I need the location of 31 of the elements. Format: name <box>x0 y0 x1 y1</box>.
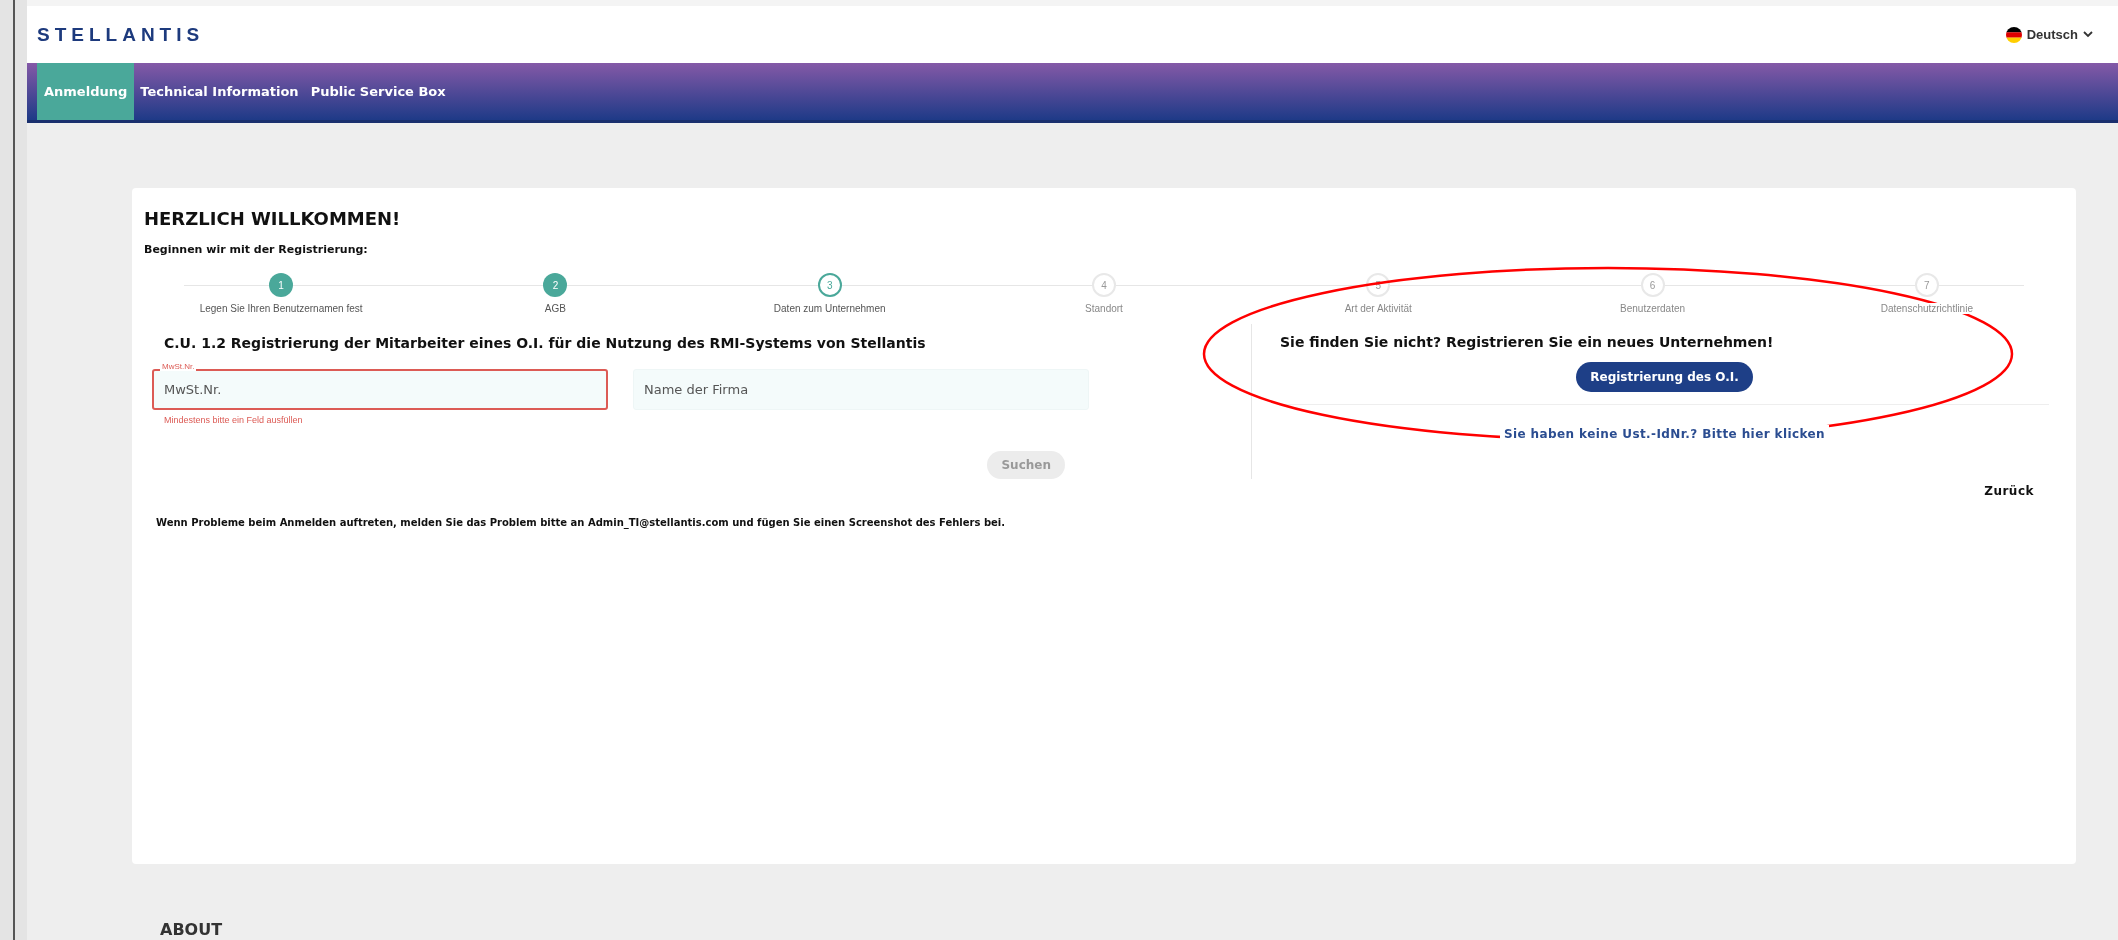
error-message: Mindestens bitte ein Feld ausfüllen <box>164 415 304 425</box>
input-field[interactable]: MwSt.Nr. <box>152 369 608 410</box>
flag-icon <box>2005 26 2022 43</box>
welcome-subtitle: Beginnen wir mit der Registrierung: <box>144 243 368 256</box>
step-label: Daten zum Unternehmen <box>773 303 886 314</box>
step-number: 7 <box>1914 273 1939 297</box>
nav-tab[interactable]: Technical Information <box>134 63 305 120</box>
step-label: AGB <box>544 303 566 314</box>
panel-title: Sie finden Sie nicht? Registrieren Sie ein neues Unternehmen! <box>1280 334 1774 350</box>
step-label: Art der Aktivität <box>1344 303 1412 314</box>
chevron-down-icon[interactable] <box>2083 31 2093 38</box>
welcome-title: HERZLICH WILLKOMMEN! <box>144 208 402 229</box>
step-number: 6 <box>1640 273 1665 297</box>
step-number: 1 <box>269 273 294 297</box>
section-heading: ABOUT <box>160 920 223 939</box>
panel-title: C.U. 1.2 Registrierung der Mitarbeiter eines O.I. für die Nutzung des RMI-Systems von Stellantis <box>164 335 926 351</box>
logo: STELLANTIS <box>37 23 205 46</box>
register-button[interactable]: Registrierung des O.I. <box>1576 362 1753 392</box>
notice-text: Wenn Probleme beim Anmelden auftreten, melden Sie das Problem bitte an Admin_TI@stellantis.com und fügen Sie einen Screenshot des Fehlers bei. <box>156 517 1006 528</box>
step-number: 2 <box>543 273 568 297</box>
step-number: 3 <box>817 273 842 297</box>
step-label: Datenschutzrichtlinie <box>1880 303 1973 314</box>
back-button[interactable]: Zurück <box>1978 483 2040 499</box>
language-selector[interactable]: Deutsch <box>2026 27 2078 42</box>
step-label: Standort <box>1085 303 1123 314</box>
step-number: 4 <box>1092 273 1116 297</box>
field-label: MwSt.Nr. <box>160 362 197 371</box>
step-label: Legen Sie Ihren Benutzernamen fest <box>199 303 363 314</box>
step-label: Benutzerdaten <box>1620 303 1686 314</box>
nav-tab[interactable]: Public Service Box <box>304 63 452 120</box>
no-vat-link[interactable]: Sie haben keine Ust.-IdNr.? Bitte hier klicken <box>1499 425 1830 443</box>
